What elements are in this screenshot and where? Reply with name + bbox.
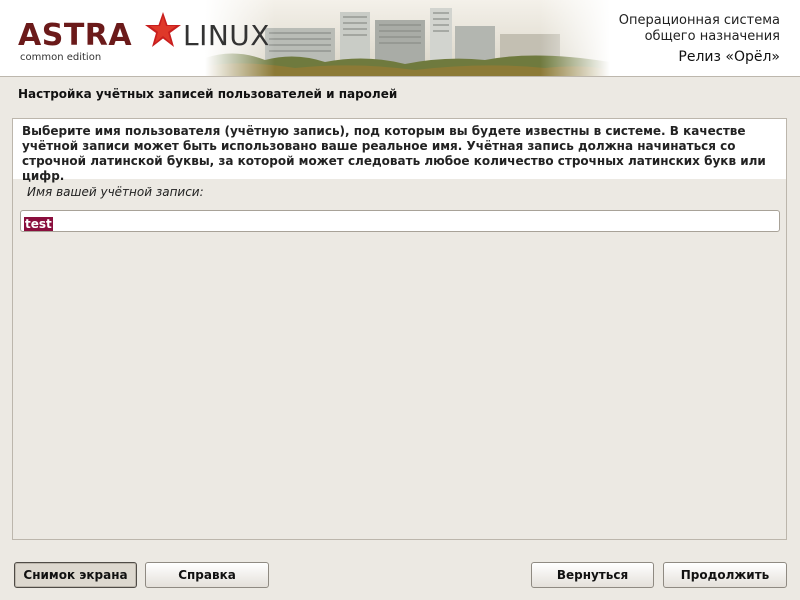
username-label: Имя вашей учётной записи: [27,185,204,199]
back-button[interactable]: Вернуться [531,562,654,588]
continue-button[interactable]: Продолжить [663,562,787,588]
screenshot-button[interactable]: Снимок экрана [14,562,137,588]
logo-astra-text: ASTRA [18,18,133,53]
banner-divider [0,76,800,77]
logo-edition-text: common edition [20,52,102,63]
content-panel: Выберите имя пользователя (учётную запис… [12,118,787,540]
page-title: Настройка учётных записей пользователей … [18,87,398,101]
help-button[interactable]: Справка [145,562,269,588]
os-description-line2: общего назначения [644,29,780,44]
username-description: Выберите имя пользователя (учётную запис… [22,124,766,183]
astra-linux-logo: ASTRA LINUX common edition [18,12,270,66]
os-description-line1: Операционная система [618,13,780,28]
release-name: Релиз «Орёл» [678,49,780,65]
header-banner: ASTRA LINUX common edition Операционная … [0,0,800,76]
username-input-value: test [24,217,53,231]
os-info: Операционная система общего назначения Р… [619,13,780,65]
username-input[interactable]: test [20,210,780,232]
logo-linux-text: LINUX [183,19,270,52]
star-icon [145,12,181,47]
